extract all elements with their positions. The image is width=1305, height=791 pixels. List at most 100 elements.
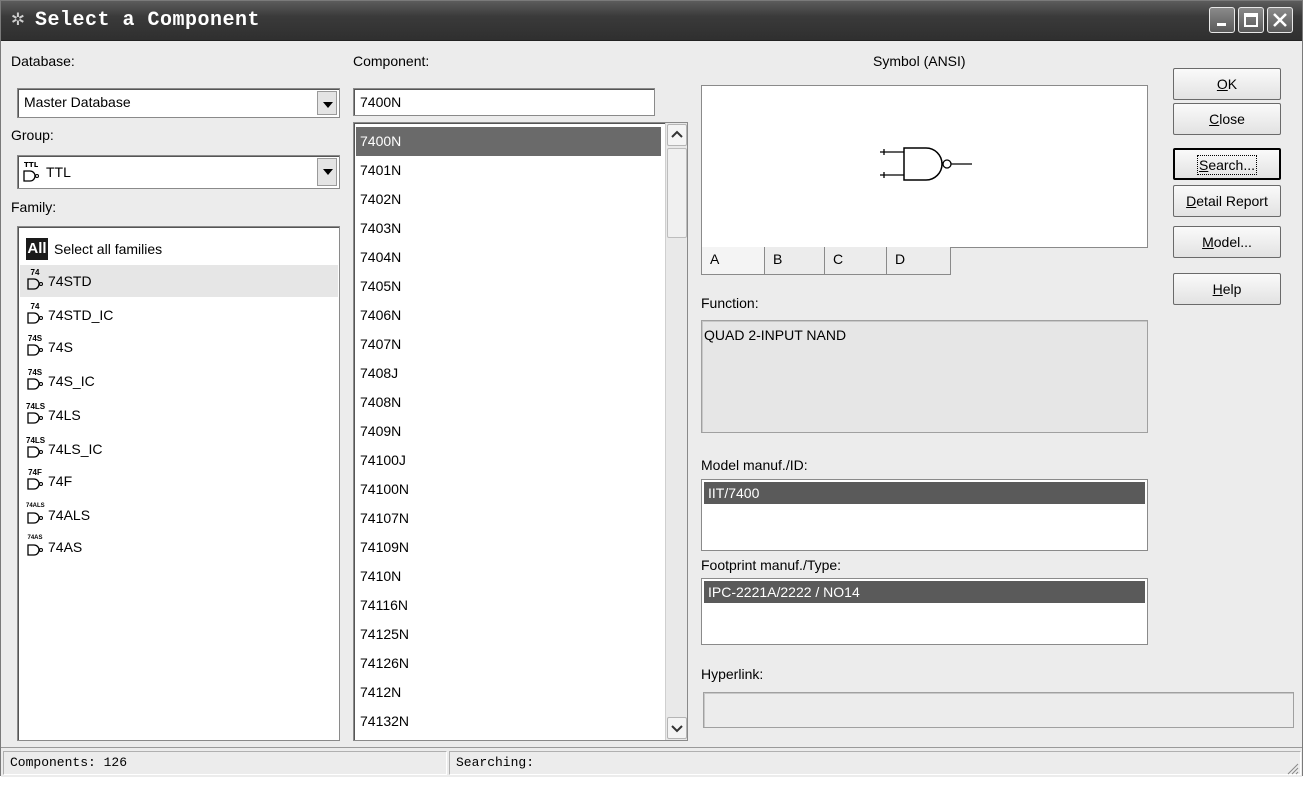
family-item-74ls-ic[interactable]: 74LS 74LS_IC <box>20 433 338 465</box>
tab-b[interactable]: B <box>765 247 825 275</box>
hyperlink-label: Hyperlink: <box>701 666 764 682</box>
svg-text:TTL: TTL <box>24 161 39 169</box>
family-item-74s-ic[interactable]: 74S 74S_IC <box>20 365 338 397</box>
family-item-label: 74F <box>48 473 73 489</box>
list-item[interactable]: 74100J <box>356 446 661 475</box>
list-item[interactable]: 7409N <box>356 417 661 446</box>
minimize-icon <box>1217 23 1226 26</box>
maximize-icon <box>1244 13 1258 27</box>
resize-grip-icon[interactable] <box>1285 761 1299 775</box>
list-item[interactable]: 74126N <box>356 649 661 678</box>
group-label: Group: <box>11 127 54 143</box>
component-list[interactable]: 7400N 7401N 7402N 7403N 7404N 7405N 7406N 7407N… <box>353 122 688 741</box>
model-list[interactable]: IIT/7400 <box>701 479 1148 551</box>
family-item-74std[interactable]: 74 74STD <box>20 265 338 297</box>
ok-button[interactable]: OK <box>1173 68 1281 100</box>
chevron-up-icon <box>671 130 683 138</box>
family-item-74s[interactable]: 74S 74S <box>20 331 338 363</box>
group-value: TTL <box>46 164 71 180</box>
function-value: QUAD 2-INPUT NAND <box>704 327 847 343</box>
chevron-down-icon[interactable] <box>317 91 337 115</box>
close-window-button[interactable] <box>1267 7 1293 33</box>
list-item[interactable]: 74107N <box>356 504 661 533</box>
family-item-74f[interactable]: 74F 74F <box>20 465 338 497</box>
family-item-label: Select all families <box>54 241 163 257</box>
scroll-thumb[interactable] <box>667 148 687 238</box>
model-label: Model manuf./ID: <box>701 457 808 473</box>
title-bar[interactable]: ✲ Select a Component <box>1 1 1302 41</box>
gate-icon: 74LS <box>26 436 45 462</box>
database-value: Master Database <box>24 94 131 110</box>
list-item[interactable]: 74116N <box>356 591 661 620</box>
gate-icon: 74 <box>26 268 44 294</box>
footprint-list[interactable]: IPC-2221A/2222 / NO14 <box>701 578 1148 645</box>
app-icon: ✲ <box>10 10 26 29</box>
list-item[interactable]: 7402N <box>356 185 661 214</box>
ttl-gate-icon: TTL <box>22 159 40 185</box>
list-item[interactable]: 74132N <box>356 707 661 736</box>
window-title: Select a Component <box>35 9 261 32</box>
database-select[interactable]: Master Database <box>17 88 340 118</box>
model-button[interactable]: Model... <box>1173 226 1281 258</box>
family-item-label: 74AS <box>48 539 83 555</box>
footprint-item[interactable]: IPC-2221A/2222 / NO14 <box>704 581 1145 603</box>
list-item[interactable]: 7404N <box>356 243 661 272</box>
maximize-button[interactable] <box>1238 7 1264 33</box>
list-item[interactable]: 7406N <box>356 301 661 330</box>
hyperlink-field[interactable] <box>703 692 1294 728</box>
list-item[interactable]: 7405N <box>356 272 661 301</box>
status-bar: Components: 126 Searching: <box>1 747 1302 777</box>
help-button[interactable]: Help <box>1173 273 1281 305</box>
database-label: Database: <box>11 53 75 69</box>
chevron-down-icon[interactable] <box>317 158 337 186</box>
component-scrollbar[interactable] <box>665 123 687 740</box>
family-item-74ls[interactable]: 74LS 74LS <box>20 399 338 431</box>
component-input-value: 7400N <box>360 94 402 110</box>
family-item-74als[interactable]: 74ALS 74ALS <box>20 499 338 531</box>
list-item[interactable]: 7408J <box>356 359 661 388</box>
all-icon: All <box>26 238 48 260</box>
minimize-button[interactable] <box>1209 7 1235 33</box>
scroll-up-button[interactable] <box>667 124 687 146</box>
list-item[interactable]: 7410N <box>356 562 661 591</box>
detail-report-button[interactable]: Detail Report <box>1173 185 1281 217</box>
chevron-down-icon <box>671 725 683 733</box>
group-select[interactable]: TTL TTL <box>17 155 340 189</box>
family-item-label: 74LS <box>48 407 81 423</box>
tab-d[interactable]: D <box>887 247 951 275</box>
list-item[interactable]: 74109N <box>356 533 661 562</box>
family-item-all[interactable]: All Select all families <box>20 233 338 265</box>
family-list[interactable]: All Select all families 74 74STD 74 74ST… <box>17 226 340 741</box>
component-input[interactable]: 7400N <box>353 88 655 116</box>
list-item[interactable]: 7408N <box>356 388 661 417</box>
list-item[interactable]: 74100N <box>356 475 661 504</box>
model-item[interactable]: IIT/7400 <box>704 482 1145 504</box>
tab-c[interactable]: C <box>825 247 887 275</box>
list-item[interactable]: 7407N <box>356 330 661 359</box>
list-item[interactable]: 7401N <box>356 156 661 185</box>
gate-icon: 74S <box>26 334 44 360</box>
close-button[interactable]: Close <box>1173 103 1281 135</box>
scroll-down-button[interactable] <box>667 717 687 739</box>
component-label: Component: <box>353 53 430 69</box>
gate-icon: 74ALS <box>26 502 45 528</box>
list-item[interactable]: 7400N <box>356 127 661 156</box>
symbol-label: Symbol (ANSI) <box>873 53 966 69</box>
gate-icon: 74AS <box>26 534 44 560</box>
family-item-74as[interactable]: 74AS 74AS <box>20 531 338 563</box>
family-item-label: 74ALS <box>48 507 91 523</box>
list-item[interactable]: 7403N <box>356 214 661 243</box>
tab-a[interactable]: A <box>701 247 765 275</box>
gate-icon: 74F <box>26 468 44 494</box>
gate-icon: 74S <box>26 368 44 394</box>
function-box: QUAD 2-INPUT NAND <box>701 320 1148 433</box>
family-item-74std-ic[interactable]: 74 74STD_IC <box>20 299 338 331</box>
function-label: Function: <box>701 295 759 311</box>
list-item[interactable]: 7412N <box>356 678 661 707</box>
family-item-label: 74STD_IC <box>48 307 114 323</box>
list-item[interactable]: 74125N <box>356 620 661 649</box>
nand-gate-symbol <box>880 147 972 181</box>
search-button[interactable]: Search... <box>1173 148 1281 180</box>
gate-icon: 74LS <box>26 402 45 428</box>
family-label: Family: <box>11 199 57 215</box>
